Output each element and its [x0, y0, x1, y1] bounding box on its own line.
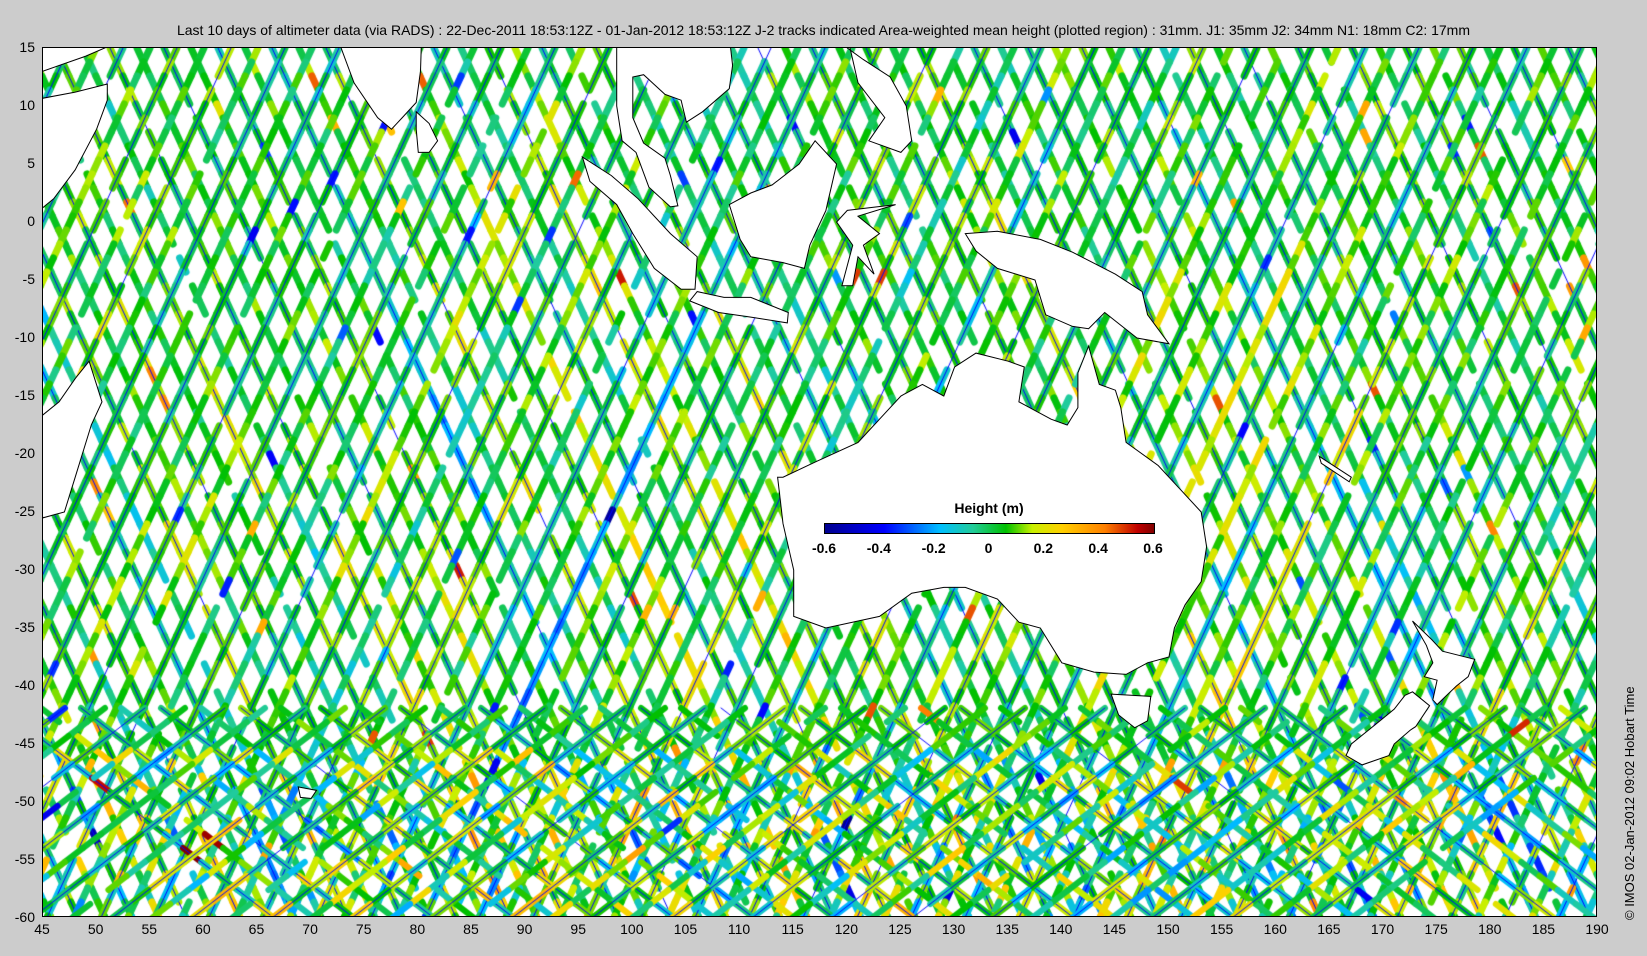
- x-tick-label: 75: [355, 921, 372, 937]
- colorbar-tick-label: 0.6: [1143, 540, 1163, 556]
- colorbar-title: Height (m): [954, 500, 1024, 516]
- coastline-nz-south: [1345, 691, 1431, 766]
- coastline-sri-lanka: [415, 110, 439, 153]
- x-tick-label: 170: [1370, 921, 1395, 937]
- x-tick-label: 130: [941, 921, 966, 937]
- x-tick-label: 150: [1156, 921, 1180, 937]
- x-tick-label: 160: [1263, 921, 1287, 937]
- y-tick-label: 10: [19, 97, 35, 113]
- coastline-new-caledonia: [1318, 455, 1352, 483]
- y-tick-label: 0: [27, 213, 35, 229]
- x-tick-label: 135: [995, 921, 1019, 937]
- x-tick-label: 80: [409, 921, 426, 937]
- y-tick-label: 15: [19, 39, 35, 55]
- x-tick-label: 60: [195, 921, 211, 937]
- x-tick-label: 55: [141, 921, 158, 937]
- map-plot-area: [42, 47, 1597, 917]
- colorbar-tick-label: -0.6: [811, 540, 837, 556]
- colorbar-tick-label: 0.4: [1088, 540, 1108, 556]
- copyright-note: © IMOS 02-Jan-2012 09:02 Hobart Time: [1622, 686, 1637, 920]
- x-tick-label: 140: [1049, 921, 1073, 937]
- coastline-java: [688, 291, 789, 324]
- y-tick-label: -25: [14, 503, 35, 519]
- x-tick-label: 155: [1209, 921, 1234, 937]
- coastline-layer: [43, 48, 1476, 800]
- x-tick-label: 90: [516, 921, 533, 937]
- x-tick-label: 190: [1585, 921, 1609, 937]
- x-tick-label: 85: [463, 921, 479, 937]
- x-tick-label: 95: [570, 921, 586, 937]
- colorbar-tick-label: 0: [984, 540, 993, 556]
- coastline-arabia: [43, 48, 106, 72]
- coastline-borneo: [728, 140, 838, 270]
- x-tick-label: 110: [727, 921, 751, 937]
- x-tick-label: 145: [1102, 921, 1127, 937]
- x-tick-label: 65: [248, 921, 265, 937]
- y-tick-label: -60: [14, 909, 35, 925]
- x-tick-label: 185: [1531, 921, 1556, 937]
- x-tick-label: 165: [1317, 921, 1341, 937]
- colorbar-tick-label: 0.2: [1033, 540, 1054, 556]
- x-tick-label: 180: [1478, 921, 1502, 937]
- coastline-new-guinea: [964, 230, 1171, 345]
- y-tick-label: 5: [27, 155, 35, 171]
- x-tick-label: 70: [302, 921, 318, 937]
- colorbar-tick-label: -0.2: [921, 540, 946, 556]
- coastline-nz-north: [1412, 620, 1476, 706]
- x-tick-label: 45: [34, 921, 50, 937]
- y-tick-label: -30: [14, 561, 35, 577]
- coastline-india: [340, 48, 422, 130]
- y-tick-label: -40: [14, 677, 35, 693]
- y-tick-label: -10: [14, 329, 35, 345]
- x-tick-label: 115: [781, 921, 804, 937]
- coastline-madagascar: [43, 360, 103, 519]
- x-tick-label: 100: [620, 921, 644, 937]
- y-tick-label: -15: [14, 387, 35, 403]
- colorbar: Height (m) -0.6 -0.4 -0.2 0 0.2 0.4 0.6: [812, 500, 1163, 560]
- coastline-somalia: [43, 83, 108, 209]
- coastline-tasmania: [1110, 693, 1152, 729]
- coastline-kerguelen: [297, 786, 318, 800]
- x-tick-label: 50: [87, 921, 104, 937]
- coastline-philippines: [846, 48, 913, 153]
- x-tick-label: 125: [888, 921, 912, 937]
- x-tick-label: 175: [1424, 921, 1448, 937]
- x-tick-label: 120: [834, 921, 858, 937]
- coastline-sumatra: [581, 155, 698, 290]
- map-title: Last 10 days of altimeter data (via RADS…: [176, 22, 1471, 38]
- y-tick-label: -35: [14, 619, 35, 635]
- colorbar-tick-label: -0.4: [866, 540, 891, 556]
- colorbar-gradient: [824, 523, 1155, 534]
- y-tick-label: -20: [14, 445, 35, 461]
- x-tick-label: 105: [673, 921, 698, 937]
- coastline-indochina: [616, 48, 734, 208]
- y-tick-label: -5: [22, 271, 35, 287]
- y-tick-label: -55: [14, 851, 35, 867]
- y-tick-label: -50: [14, 793, 35, 809]
- coastline-sulawesi: [835, 204, 896, 287]
- y-tick-label: -45: [14, 735, 35, 751]
